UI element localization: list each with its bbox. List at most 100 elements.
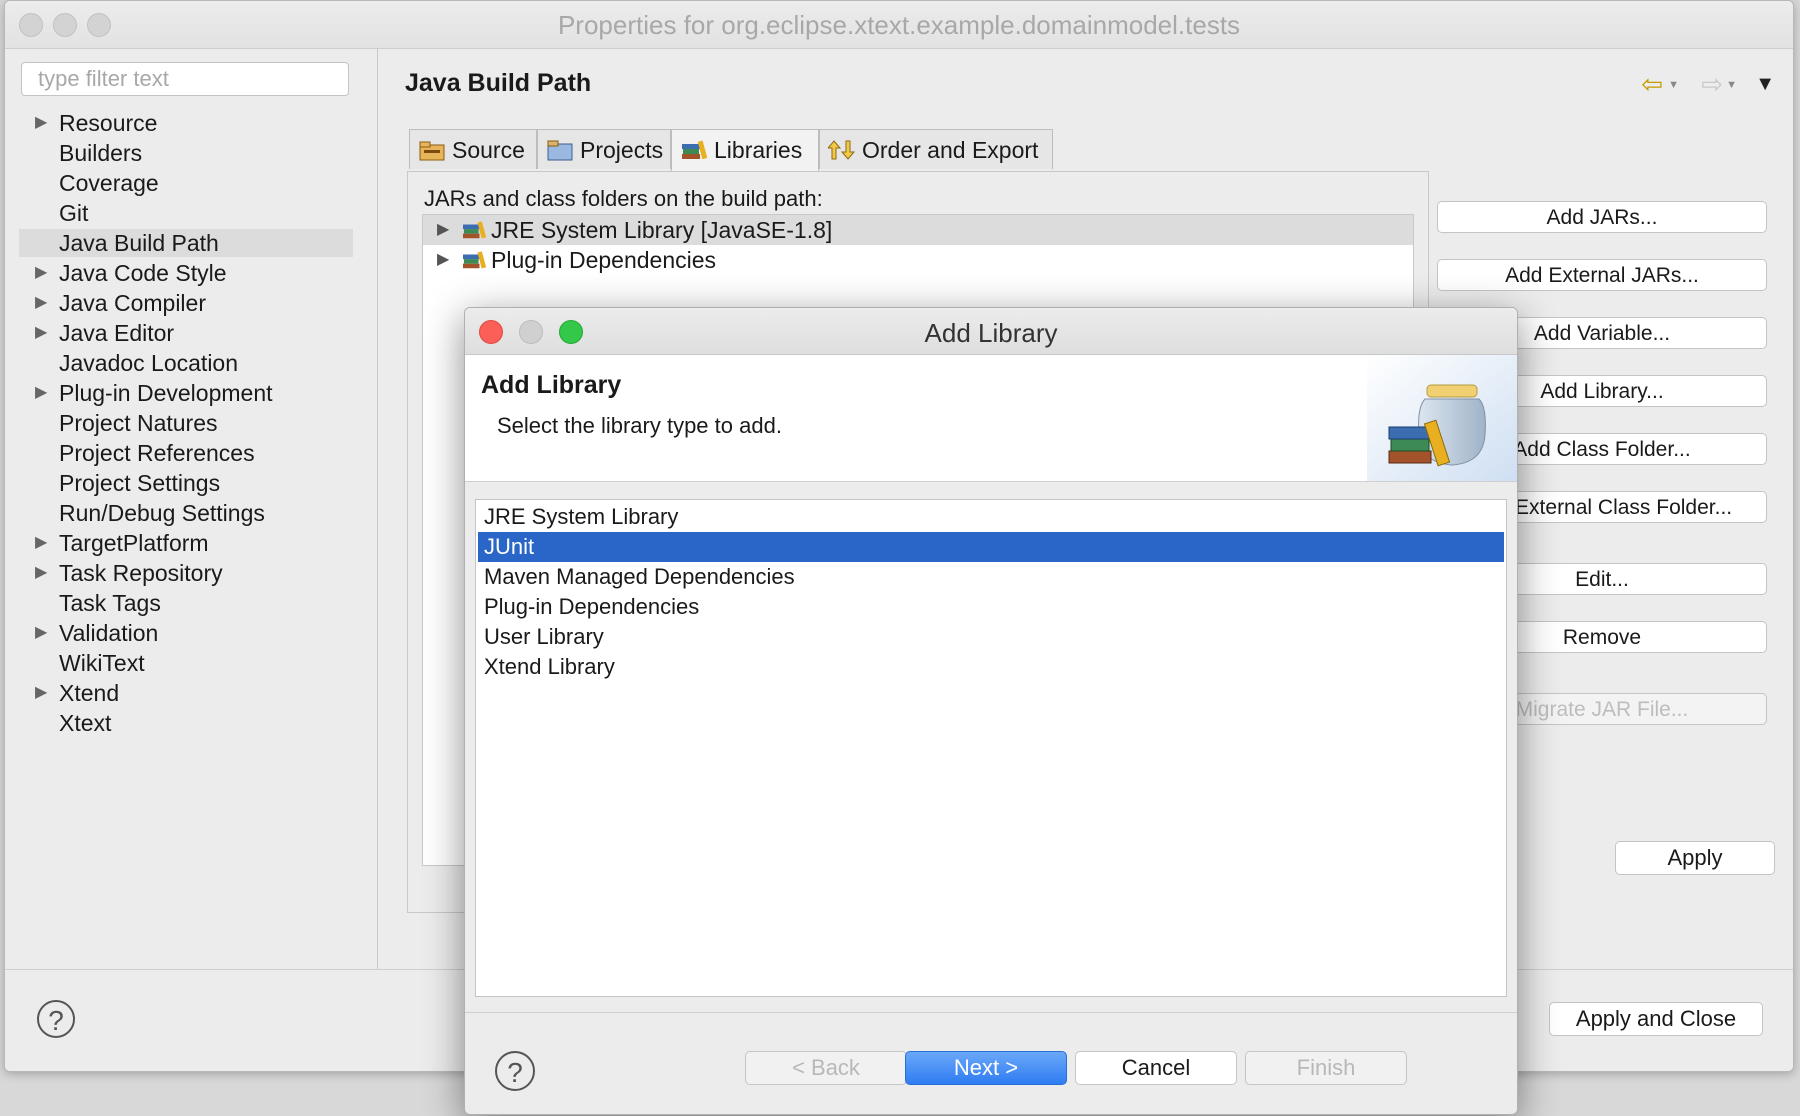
tree-item[interactable]: ▶ Java Editor bbox=[19, 319, 353, 347]
dialog-titlebar: Add Library bbox=[465, 308, 1517, 355]
expand-arrow-icon[interactable]: ▶ bbox=[35, 559, 47, 587]
filter-input[interactable] bbox=[21, 62, 349, 96]
tree-item[interactable]: Project Settings bbox=[19, 469, 353, 497]
add-library-dialog: Add Library Add Library Select the libra… bbox=[464, 307, 1518, 1115]
tree-item-label: TargetPlatform bbox=[59, 530, 209, 556]
tree-item-label: Project Natures bbox=[59, 410, 218, 436]
expand-arrow-icon[interactable]: ▶ bbox=[35, 619, 47, 647]
tree-item[interactable]: Javadoc Location bbox=[19, 349, 353, 377]
add-external-jars-button[interactable]: Add External JARs... bbox=[1437, 259, 1767, 291]
tab-label: Projects bbox=[580, 137, 664, 163]
library-icon bbox=[463, 221, 487, 239]
apply-button[interactable]: Apply bbox=[1615, 841, 1775, 875]
back-arrow-icon[interactable]: ⇦ bbox=[1641, 69, 1663, 100]
tree-item[interactable]: WikiText bbox=[19, 649, 353, 677]
page-title: Java Build Path bbox=[405, 69, 592, 97]
window-titlebar: Properties for org.eclipse.xtext.example… bbox=[5, 1, 1793, 49]
source-folder-icon bbox=[419, 141, 445, 161]
tree-item[interactable]: ▶ Plug-in Development bbox=[19, 379, 353, 407]
tree-item-label: Java Code Style bbox=[59, 260, 227, 286]
tree-item[interactable]: Project Natures bbox=[19, 409, 353, 437]
expand-arrow-icon[interactable]: ▶ bbox=[35, 379, 47, 407]
library-jar-icon bbox=[1367, 355, 1517, 481]
tab-label: Source bbox=[452, 137, 525, 163]
tree-item[interactable]: Git bbox=[19, 199, 353, 227]
forward-dropdown-icon[interactable]: ▼ bbox=[1726, 79, 1737, 91]
library-type-list[interactable]: JRE System Library JUnit Maven Managed Dep… bbox=[475, 499, 1507, 997]
dialog-title: Add Library bbox=[924, 318, 1058, 348]
tree-item-label: Validation bbox=[59, 620, 159, 646]
expand-arrow-icon[interactable]: ▶ bbox=[35, 289, 47, 317]
tree-item-label: Project References bbox=[59, 440, 255, 466]
library-type-option[interactable]: User Library bbox=[478, 622, 1504, 652]
expand-arrow-icon[interactable]: ▶ bbox=[35, 679, 47, 707]
property-pages-pane: ▶ Resource Builders Coverage Git Java Build P… bbox=[5, 49, 378, 969]
next-button[interactable]: Next > bbox=[905, 1051, 1067, 1085]
back-button[interactable]: < Back bbox=[745, 1051, 907, 1085]
tree-item-label: Builders bbox=[59, 140, 143, 166]
expand-arrow-icon[interactable]: ▶ bbox=[35, 319, 47, 347]
dialog-description: Select the library type to add. bbox=[497, 413, 782, 438]
tree-item-label: Task Tags bbox=[59, 590, 161, 616]
help-icon[interactable]: ? bbox=[495, 1051, 535, 1091]
library-type-option[interactable]: Xtend Library bbox=[478, 652, 1504, 682]
tab-libraries[interactable]: Libraries bbox=[671, 129, 819, 171]
tab-projects[interactable]: Projects bbox=[537, 129, 671, 169]
add-jars-button[interactable]: Add JARs... bbox=[1437, 201, 1767, 233]
view-menu-icon[interactable]: ▼ bbox=[1755, 73, 1775, 96]
tree-item[interactable]: Coverage bbox=[19, 169, 353, 197]
tree-item-label: Run/Debug Settings bbox=[59, 500, 265, 526]
tree-item[interactable]: ▶ TargetPlatform bbox=[19, 529, 353, 557]
tree-item[interactable]: ▶ Resource bbox=[19, 109, 353, 137]
dialog-header: Add Library Select the library type to a… bbox=[465, 355, 1517, 482]
tree-item-label: Coverage bbox=[59, 170, 159, 196]
library-label: JRE System Library [JavaSE-1.8] bbox=[491, 217, 833, 243]
library-row-plugin-deps[interactable]: ▶ Plug-in Dependencies bbox=[423, 245, 1413, 275]
tree-item-label: Javadoc Location bbox=[59, 350, 239, 376]
library-type-option[interactable]: Maven Managed Dependencies bbox=[478, 562, 1504, 592]
expand-arrow-icon[interactable]: ▶ bbox=[437, 215, 449, 245]
tree-item[interactable]: ▶ Java Compiler bbox=[19, 289, 353, 317]
expand-arrow-icon[interactable]: ▶ bbox=[437, 245, 449, 275]
expand-arrow-icon[interactable]: ▶ bbox=[35, 259, 47, 287]
tree-item[interactable]: Builders bbox=[19, 139, 353, 167]
tree-item-label: Task Repository bbox=[59, 560, 223, 586]
tree-item[interactable]: Task Tags bbox=[19, 589, 353, 617]
tree-item-label: Java Editor bbox=[59, 320, 175, 346]
tree-item-label: Project Settings bbox=[59, 470, 221, 496]
back-dropdown-icon[interactable]: ▼ bbox=[1668, 79, 1679, 91]
tree-item-label: Java Compiler bbox=[59, 290, 206, 316]
tree-item-label: WikiText bbox=[59, 650, 145, 676]
tree-item-label: Git bbox=[59, 200, 89, 226]
library-type-option[interactable]: JUnit bbox=[478, 532, 1504, 562]
tree-item[interactable]: ▶ Java Code Style bbox=[19, 259, 353, 287]
cancel-button[interactable]: Cancel bbox=[1075, 1051, 1237, 1085]
forward-arrow-icon[interactable]: ⇨ bbox=[1701, 69, 1723, 100]
tab-source[interactable]: Source bbox=[409, 129, 537, 169]
tab-order-and-export[interactable]: Order and Export bbox=[819, 129, 1053, 169]
tree-item[interactable]: Xtext bbox=[19, 709, 353, 737]
tree-item[interactable]: Java Build Path bbox=[19, 229, 353, 257]
library-type-option[interactable]: Plug-in Dependencies bbox=[478, 592, 1504, 622]
tree-item-label: Xtext bbox=[59, 710, 112, 736]
tree-item[interactable]: ▶ Validation bbox=[19, 619, 353, 647]
library-type-option[interactable]: JRE System Library bbox=[478, 502, 1504, 532]
help-icon[interactable]: ? bbox=[37, 1000, 75, 1038]
tree-item-label: Plug-in Development bbox=[59, 380, 273, 406]
tree-item-label: Java Build Path bbox=[59, 230, 219, 256]
tree-item[interactable]: Run/Debug Settings bbox=[19, 499, 353, 527]
dialog-heading: Add Library bbox=[481, 371, 622, 399]
expand-arrow-icon[interactable]: ▶ bbox=[35, 529, 47, 557]
libraries-caption: JARs and class folders on the build path… bbox=[424, 186, 823, 211]
library-label: Plug-in Dependencies bbox=[491, 247, 717, 273]
library-row-jre[interactable]: ▶ JRE System Library [JavaSE-1.8] bbox=[423, 215, 1413, 245]
apply-and-close-button[interactable]: Apply and Close bbox=[1549, 1002, 1763, 1036]
tree-item[interactable]: Project References bbox=[19, 439, 353, 467]
tree-item[interactable]: ▶ Xtend bbox=[19, 679, 353, 707]
expand-arrow-icon[interactable]: ▶ bbox=[35, 109, 47, 137]
finish-button[interactable]: Finish bbox=[1245, 1051, 1407, 1085]
projects-folder-icon bbox=[547, 140, 573, 161]
tree-item[interactable]: ▶ Task Repository bbox=[19, 559, 353, 587]
dialog-footer: ? < Back Next > Cancel Finish bbox=[465, 1012, 1517, 1114]
tree-item-label: Resource bbox=[59, 110, 158, 136]
